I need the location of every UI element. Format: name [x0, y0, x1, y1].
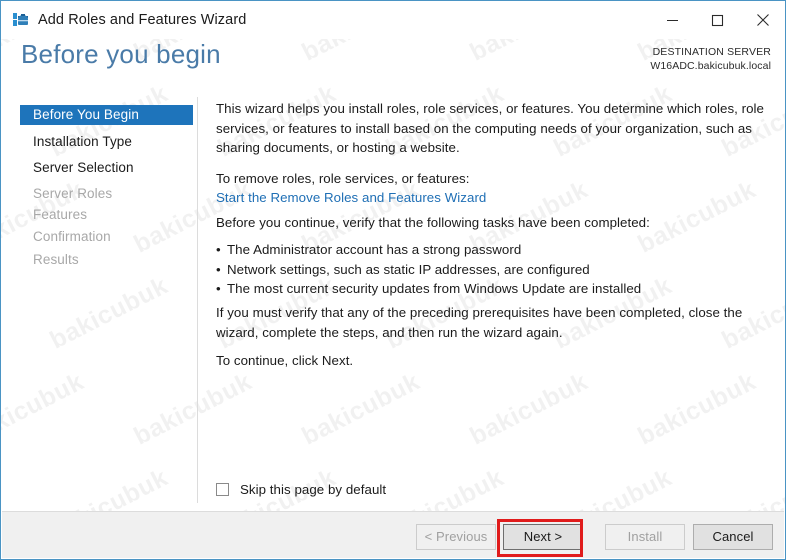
sidebar-item-results: Results — [33, 252, 79, 267]
maximize-button[interactable] — [695, 5, 740, 35]
remove-heading: To remove roles, role services, or featu… — [216, 171, 470, 186]
skip-page-checkbox[interactable] — [216, 483, 229, 496]
list-item: The most current security updates from W… — [216, 279, 775, 299]
previous-button: < Previous — [416, 524, 496, 550]
sidebar-item-before-you-begin[interactable]: Before You Begin — [20, 105, 193, 125]
wizard-step-nav: Before You Begin Installation Type Serve… — [1, 97, 198, 503]
minimize-button[interactable] — [650, 5, 695, 35]
list-item: Network settings, such as static IP addr… — [216, 260, 775, 280]
sidebar-item-server-roles: Server Roles — [33, 186, 113, 201]
sidebar-item-server-selection[interactable]: Server Selection — [20, 158, 193, 178]
remove-roles-link[interactable]: Start the Remove Roles and Features Wiza… — [216, 188, 775, 208]
maximize-icon — [711, 14, 724, 26]
page-header: Before you begin DESTINATION SERVER W16A… — [1, 39, 785, 97]
sidebar-item-confirmation: Confirmation — [33, 229, 111, 244]
next-button[interactable]: Next > — [503, 524, 583, 550]
server-roles-icon — [12, 12, 29, 28]
wizard-window: Add Roles and Features Wizard Before you… — [0, 0, 786, 560]
list-item: The Administrator account has a strong p… — [216, 240, 775, 260]
destination-server-name: W16ADC.bakicubuk.local — [650, 60, 771, 72]
cancel-button[interactable]: Cancel — [693, 524, 773, 550]
close-button[interactable] — [740, 5, 785, 35]
wizard-footer: < Previous Next > Install Cancel — [2, 511, 784, 558]
skip-page-label: Skip this page by default — [240, 482, 387, 497]
intro-paragraph: This wizard helps you install roles, rol… — [216, 101, 765, 155]
close-icon — [756, 14, 769, 26]
wizard-content: This wizard helps you install roles, rol… — [199, 97, 785, 503]
destination-server-label: DESTINATION SERVER — [652, 46, 771, 58]
install-button: Install — [605, 524, 685, 550]
sidebar-item-installation-type[interactable]: Installation Type — [20, 132, 193, 152]
destination-server-block: DESTINATION SERVER W16ADC.bakicubuk.loca… — [650, 45, 771, 73]
tasks-heading: Before you continue, verify that the fol… — [216, 215, 650, 230]
page-title: Before you begin — [21, 39, 221, 69]
skip-page-row[interactable]: Skip this page by default — [216, 482, 386, 497]
verify-note: If you must verify that any of the prece… — [216, 305, 743, 340]
window-title: Add Roles and Features Wizard — [38, 12, 247, 28]
sidebar-item-features: Features — [33, 207, 88, 222]
prerequisite-list: The Administrator account has a strong p… — [216, 240, 775, 299]
title-bar: Add Roles and Features Wizard — [1, 1, 785, 39]
minimize-icon — [667, 19, 678, 21]
wizard-body: Before You Begin Installation Type Serve… — [1, 97, 785, 503]
continue-note: To continue, click Next. — [216, 353, 354, 368]
